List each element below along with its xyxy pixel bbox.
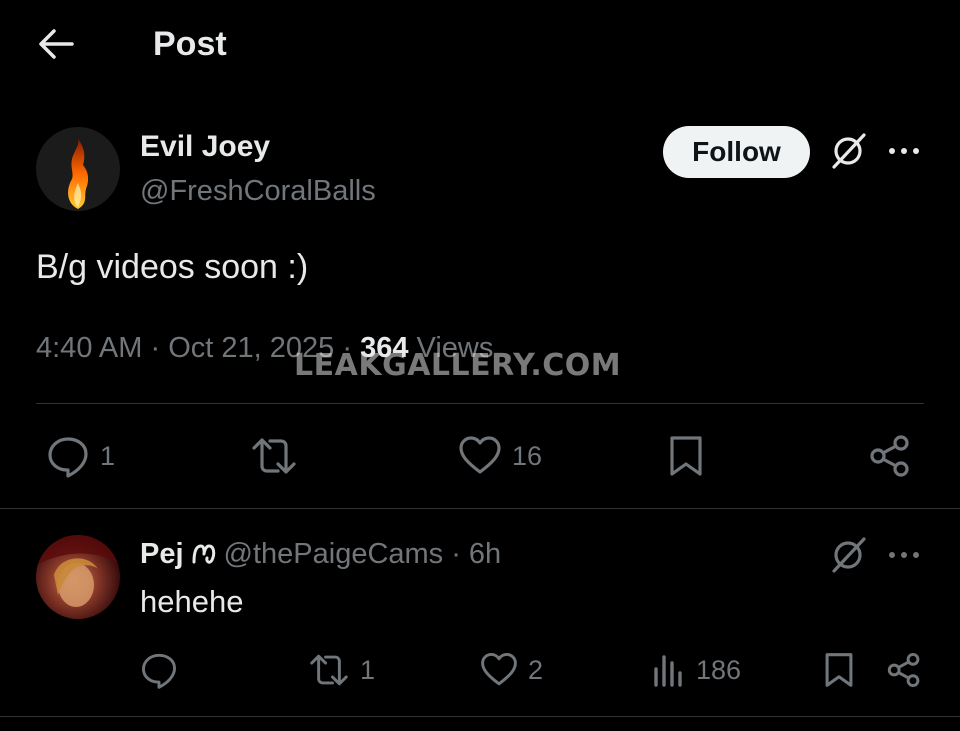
reply-header: Pej @thePaigeCams · 6h <box>140 535 501 573</box>
bookmark-icon <box>670 436 702 476</box>
like-count: 16 <box>512 440 543 471</box>
heart-icon <box>459 436 501 474</box>
reply-icon <box>141 653 177 689</box>
share-icon <box>887 652 920 688</box>
reply-separator: · <box>451 538 461 570</box>
like-button[interactable]: 16 <box>458 434 542 478</box>
reply-time[interactable]: 6h <box>469 535 501 573</box>
reply-like-button[interactable]: 2 <box>480 650 543 690</box>
meta-separator: · <box>150 332 161 364</box>
flame-icon <box>68 139 89 209</box>
more-icon <box>889 148 919 154</box>
reply-repost-button[interactable]: 1 <box>308 650 375 690</box>
divider <box>36 403 924 404</box>
more-options-button[interactable] <box>884 136 924 166</box>
reply-count: 1 <box>100 440 116 471</box>
repost-button[interactable] <box>250 434 308 478</box>
divider <box>0 716 960 717</box>
more-icon <box>889 552 919 558</box>
grok-icon <box>832 133 866 169</box>
repost-icon <box>310 654 348 686</box>
watermark: LEAKGALLERY.COM <box>294 348 622 383</box>
subscription-badge-icon <box>190 540 218 568</box>
bookmark-button[interactable] <box>666 434 706 478</box>
reply-text: hehehe <box>140 584 244 619</box>
reply-bookmark-button[interactable] <box>822 650 856 690</box>
reply-reply-button[interactable] <box>140 650 188 690</box>
reply-author-name[interactable]: Pej <box>140 535 184 573</box>
author-name[interactable]: Evil Joey <box>140 128 270 166</box>
page-title: Post <box>153 25 227 63</box>
analytics-icon <box>654 655 682 687</box>
arrow-left-icon <box>39 29 74 59</box>
portrait-avatar-icon <box>36 535 120 607</box>
reply-repost-count: 1 <box>360 654 376 685</box>
post-text: B/g videos soon :) <box>36 248 309 286</box>
reply-like-count: 2 <box>528 654 544 685</box>
share-button[interactable] <box>868 434 912 478</box>
follow-button[interactable]: Follow <box>663 126 810 178</box>
reply-avatar[interactable] <box>36 535 120 619</box>
reply-views-button[interactable]: 186 <box>652 650 741 690</box>
grok-button[interactable] <box>826 129 870 173</box>
reply-grok-button[interactable] <box>826 533 870 577</box>
reply-button[interactable]: 1 <box>46 434 115 478</box>
bookmark-icon <box>825 653 853 687</box>
share-icon <box>870 435 909 477</box>
reply-share-button[interactable] <box>886 650 922 690</box>
author-handle[interactable]: @FreshCoralBalls <box>140 172 376 210</box>
post-time[interactable]: 4:40 AM <box>36 332 142 364</box>
reply-more-options-button[interactable] <box>884 540 924 570</box>
reply-icon <box>48 437 88 478</box>
reply-author-handle[interactable]: @thePaigeCams <box>224 535 444 573</box>
heart-icon <box>481 652 517 686</box>
divider <box>0 508 960 509</box>
reply-views-count: 186 <box>696 654 742 685</box>
grok-icon <box>832 537 866 573</box>
back-button[interactable] <box>36 26 76 62</box>
repost-icon <box>252 438 296 474</box>
author-avatar[interactable] <box>36 127 120 211</box>
